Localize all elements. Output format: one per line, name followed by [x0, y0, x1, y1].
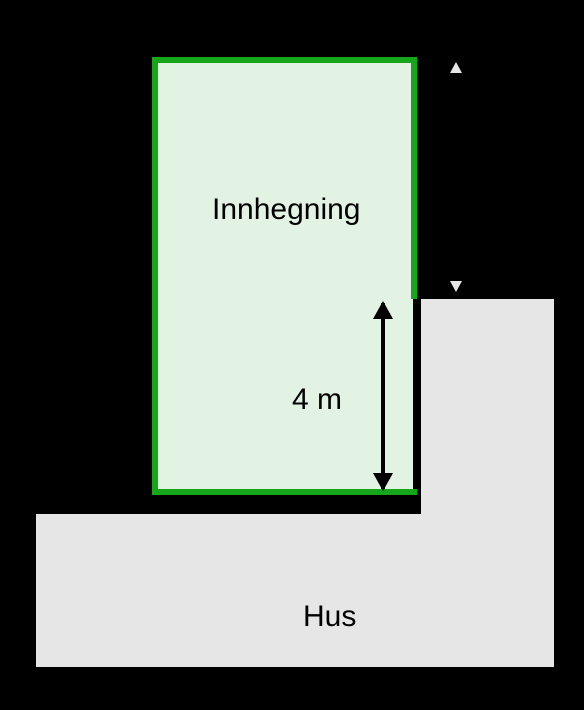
dimension-arrow-4m — [381, 303, 385, 489]
dimension-label-x: x — [459, 174, 491, 188]
fence-left — [152, 57, 158, 495]
fence-top — [155, 57, 417, 63]
dimension-arrow-x-line — [455, 74, 457, 282]
diagram-canvas: Innhegning 4 m Hus x — [0, 0, 584, 710]
fence-right-upper — [411, 57, 417, 299]
dimension-arrow-x-head-top — [446, 58, 466, 76]
dimension-arrow-x-head-bottom — [446, 278, 466, 296]
enclosure-label: Innhegning — [212, 193, 360, 227]
dimension-label-4m: 4 m — [292, 383, 342, 417]
enclosure-shape — [155, 60, 413, 492]
house-label: Hus — [303, 600, 356, 634]
